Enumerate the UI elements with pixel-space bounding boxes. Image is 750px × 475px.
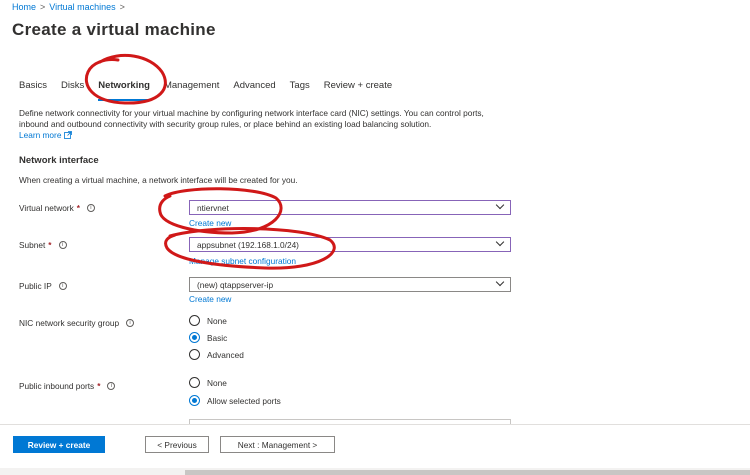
network-interface-description: When creating a virtual machine, a netwo… [19,175,298,185]
tab-advanced[interactable]: Advanced [233,80,275,96]
subnet-value: appsubnet (192.168.1.0/24) [197,240,299,250]
chevron-down-icon [495,277,505,287]
subnet-label-text: Subnet [19,240,46,250]
public-ip-value: (new) qtappserver-ip [197,280,274,290]
breadcrumb-separator: > [40,2,46,12]
required-marker: * [76,203,80,213]
breadcrumb-virtual-machines[interactable]: Virtual machines [49,2,115,12]
virtual-network-value: ntiervnet [197,203,229,213]
info-icon[interactable]: i [58,282,67,290]
breadcrumb-home[interactable]: Home [12,2,36,12]
tab-basics[interactable]: Basics [19,80,47,96]
virtual-network-label-text: Virtual network [19,203,74,213]
inbound-option-allow-selected[interactable]: Allow selected ports [189,395,281,406]
nsg-option-advanced[interactable]: Advanced [189,349,244,360]
info-icon[interactable]: i [58,241,67,249]
footer-divider [0,424,750,425]
chevron-down-icon [495,237,505,247]
radio-button[interactable] [189,377,200,388]
required-marker: * [48,240,52,250]
radio-label: Basic [207,332,228,343]
info-icon[interactable]: i [107,382,116,390]
radio-label: Allow selected ports [207,395,281,406]
tab-review-create[interactable]: Review + create [324,80,392,96]
tab-tags[interactable]: Tags [290,80,310,96]
public-ip-label-text: Public IP [19,281,52,291]
inbound-option-none[interactable]: None [189,377,227,388]
create-new-ip-link[interactable]: Create new [189,294,231,304]
info-icon[interactable]: i [86,204,95,212]
breadcrumb: Home > Virtual machines > [12,2,125,12]
radio-button[interactable] [189,315,200,326]
public-inbound-ports-label: Public inbound ports * i [19,381,116,391]
tab-networking[interactable]: Networking [98,80,150,101]
virtual-network-select[interactable]: ntiervnet [189,200,511,215]
required-marker: * [97,381,101,391]
tab-disks[interactable]: Disks [61,80,84,96]
info-icon[interactable]: i [126,319,135,327]
chevron-down-icon [495,200,505,210]
network-interface-heading: Network interface [19,155,99,166]
review-create-button[interactable]: Review + create [13,436,105,453]
nic-nsg-label-text: NIC network security group [19,318,120,328]
virtual-network-label: Virtual network * i [19,203,95,213]
subnet-label: Subnet * i [19,240,67,250]
public-inbound-ports-label-text: Public inbound ports [19,381,95,391]
create-new-vnet-link[interactable]: Create new [189,218,231,228]
page-title: Create a virtual machine [12,20,216,39]
public-ip-label: Public IP i [19,281,67,291]
nsg-option-none[interactable]: None [189,315,227,326]
nsg-option-basic[interactable]: Basic [189,332,227,343]
subnet-select[interactable]: appsubnet (192.168.1.0/24) [189,237,511,252]
radio-button-selected[interactable] [189,395,200,406]
learn-more-link[interactable]: Learn more [19,130,73,140]
next-management-button[interactable]: Next : Management > [220,436,335,453]
learn-more-label[interactable]: Learn more [19,130,61,140]
manage-subnet-link[interactable]: Manage subnet configuration [189,256,296,266]
tab-management[interactable]: Management [164,80,219,96]
wizard-tabs: Basics Disks Networking Management Advan… [19,80,406,101]
breadcrumb-separator: > [119,2,125,12]
nic-nsg-label: NIC network security group i [19,318,135,328]
previous-button[interactable]: < Previous [145,436,209,453]
scrollbar-thumb[interactable] [185,470,750,475]
radio-button-selected[interactable] [189,332,200,343]
radio-button[interactable] [189,349,200,360]
external-link-icon [64,131,73,139]
radio-label: Advanced [207,349,244,360]
public-ip-select[interactable]: (new) qtappserver-ip [189,277,511,292]
networking-description: Define network connectivity for your vir… [19,108,484,129]
radio-label: None [207,377,227,388]
radio-label: None [207,315,227,326]
